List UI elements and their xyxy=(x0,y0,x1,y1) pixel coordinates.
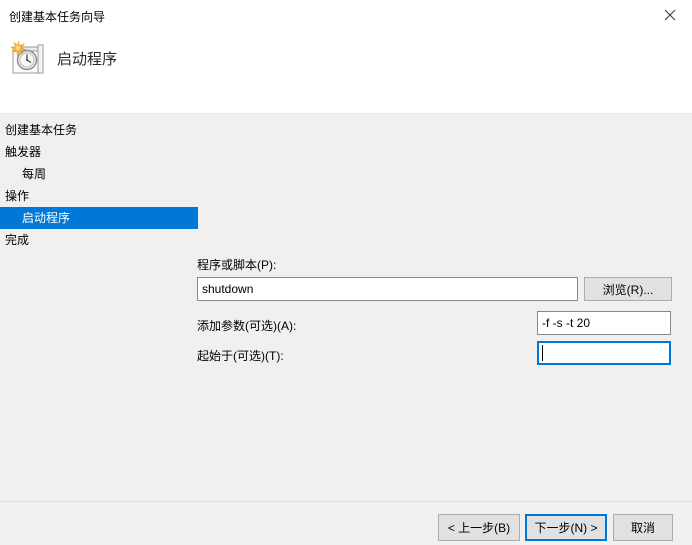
window-title: 创建基本任务向导 xyxy=(9,10,106,24)
next-button[interactable]: 下一步(N) > xyxy=(525,514,607,541)
title-bar: 创建基本任务向导 xyxy=(0,0,692,30)
page-title: 启动程序 xyxy=(57,51,118,68)
task-scheduler-new-task-icon xyxy=(9,38,51,80)
close-button[interactable] xyxy=(647,0,692,29)
arguments-input[interactable] xyxy=(537,311,671,335)
close-icon xyxy=(664,9,676,21)
action-form: 程序或脚本(P): 浏览(R)... 添加参数(可选)(A): 起始于(可选)(… xyxy=(0,114,692,502)
start-in-label: 起始于(可选)(T): xyxy=(197,349,284,363)
program-label: 程序或脚本(P): xyxy=(197,258,277,272)
program-input[interactable] xyxy=(197,277,578,301)
arguments-label: 添加参数(可选)(A): xyxy=(197,319,297,333)
browse-button[interactable]: 浏览(R)... xyxy=(584,277,672,301)
text-caret xyxy=(542,345,543,361)
wizard-body: 创建基本任务 触发器 每周 操作 启动程序 完成 程序或脚本(P): 浏览(R)… xyxy=(0,113,692,502)
wizard-header: 启动程序 xyxy=(0,30,692,113)
cancel-button[interactable]: 取消 xyxy=(613,514,673,541)
back-button[interactable]: < 上一步(B) xyxy=(438,514,520,541)
start-in-input[interactable] xyxy=(537,341,671,365)
wizard-footer: < 上一步(B) 下一步(N) > 取消 xyxy=(0,501,692,545)
